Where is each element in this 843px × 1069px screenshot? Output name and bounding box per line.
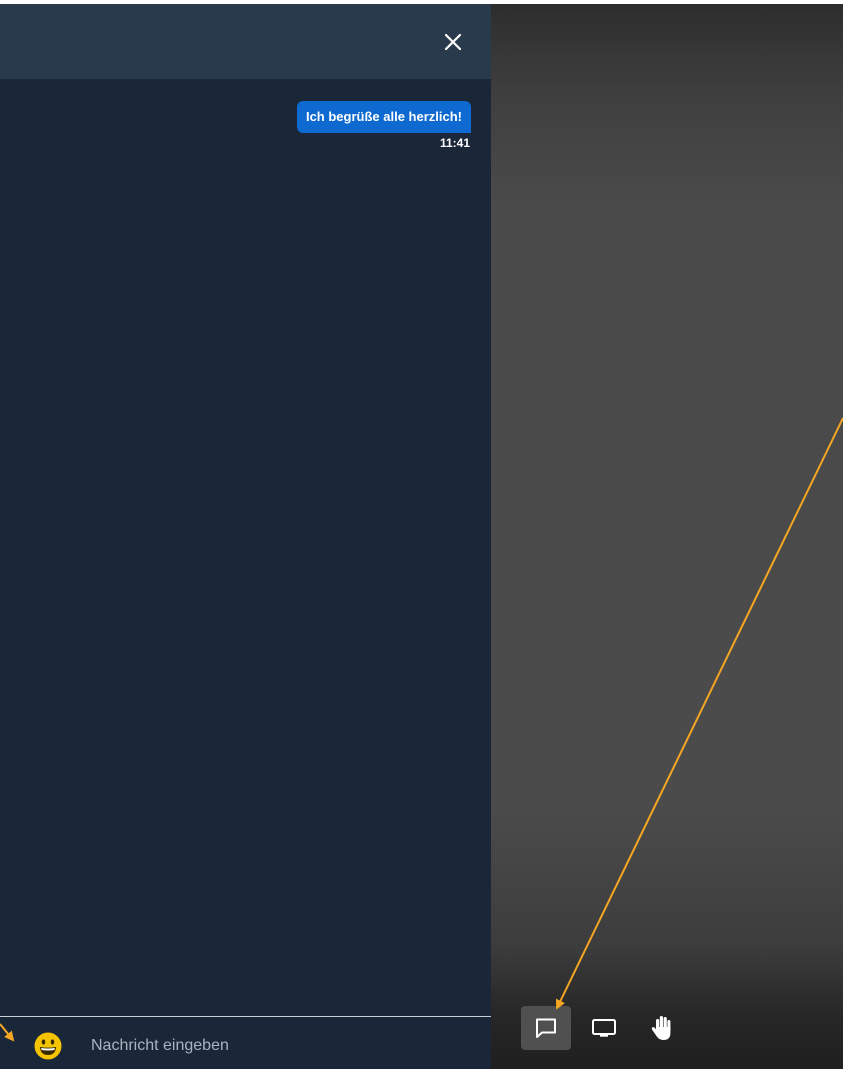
close-chat-button[interactable] [437, 26, 469, 58]
message-input[interactable] [88, 1029, 474, 1063]
chat-header [0, 4, 491, 79]
raise-hand-button[interactable] [637, 1006, 687, 1050]
chat-message: Ich begrüße alle herzlich! 11:41 [296, 101, 471, 150]
message-composer [0, 1016, 491, 1069]
message-bubble: Ich begrüße alle herzlich! [296, 101, 471, 133]
message-list: Ich begrüße alle herzlich! 11:41 [0, 79, 491, 1013]
screen-share-icon [592, 1019, 616, 1037]
video-stage [491, 4, 843, 1069]
chat-icon [536, 1018, 556, 1038]
toggle-chat-button[interactable] [521, 1006, 571, 1050]
chat-panel: Ich begrüße alle herzlich! 11:41 [0, 4, 491, 1069]
app-root: Ich begrüße alle herzlich! 11:41 [0, 0, 843, 1069]
meeting-toolbar [521, 1006, 695, 1050]
close-icon [444, 33, 462, 51]
grinning-face-icon [34, 1032, 62, 1060]
message-timestamp: 11:41 [439, 136, 470, 150]
emoji-button[interactable] [33, 1031, 63, 1061]
screen-share-button[interactable] [579, 1006, 629, 1050]
raise-hand-icon [651, 1016, 671, 1040]
